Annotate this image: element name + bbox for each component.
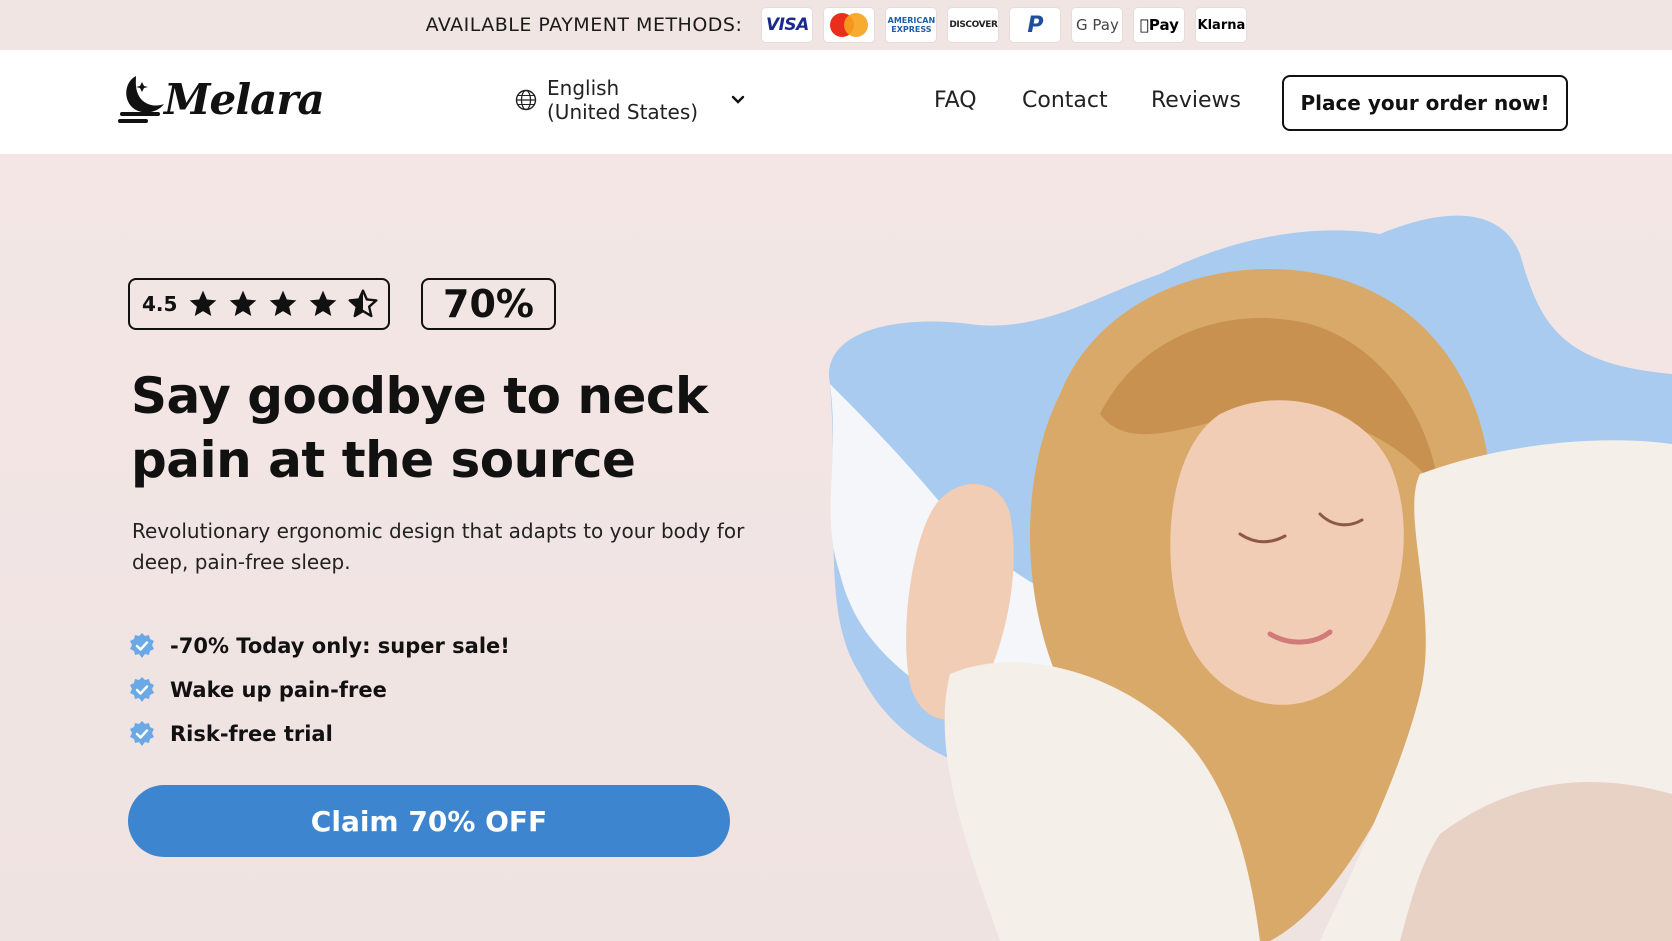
benefit-label: -70% Today only: super sale! (170, 634, 510, 658)
star-icon (270, 290, 297, 316)
benefit-item: Wake up pain-free (128, 668, 510, 712)
pillow-sleeper-image (829, 215, 1672, 941)
apple-pay-logo: Pay (1134, 8, 1185, 42)
benefit-label: Risk-free trial (170, 722, 333, 746)
claim-offer-button[interactable]: Claim 70% OFF (128, 785, 730, 857)
language-selector[interactable]: English (United States) (515, 76, 747, 124)
payment-methods-bar: AVAILABLE PAYMENT METHODS: VISA AMERICAN… (0, 0, 1672, 50)
star-icon (230, 290, 257, 316)
hero-subtext: Revolutionary ergonomic design that adap… (132, 519, 745, 574)
nav-reviews-link[interactable]: Reviews (1151, 88, 1241, 113)
hero-section: 4.5 70% Say goodbye to neck pain at the … (0, 154, 1672, 941)
check-badge-icon (130, 633, 154, 658)
logo-moon-icon (118, 76, 164, 123)
benefit-item: Risk-free trial (128, 712, 510, 756)
place-order-button[interactable]: Place your order now! (1282, 75, 1568, 131)
logo-text: Melara (164, 74, 325, 124)
star-icon (190, 290, 217, 316)
paypal-logo: P (1010, 8, 1061, 42)
discount-badge: 70% (421, 278, 556, 330)
payment-methods-label: AVAILABLE PAYMENT METHODS: (425, 14, 743, 36)
check-badge-icon (130, 677, 154, 702)
mastercard-logo (824, 8, 875, 42)
language-label: English (United States) (547, 76, 699, 124)
klarna-logo: Klarna (1196, 8, 1247, 42)
hero-headline: Say goodbye to neck pain at the source (131, 367, 708, 489)
google-pay-logo: G Pay (1072, 8, 1123, 42)
american-express-logo: AMERICAN EXPRESS (886, 8, 937, 42)
half-star-icon (348, 289, 378, 318)
benefit-label: Wake up pain-free (170, 678, 387, 702)
nav-faq-link[interactable]: FAQ (934, 88, 977, 113)
globe-icon (515, 89, 537, 111)
chevron-down-icon (731, 95, 745, 104)
visa-logo: VISA (762, 8, 813, 42)
rating-value: 4.5 (142, 292, 178, 316)
benefit-item: -70% Today only: super sale! (128, 624, 510, 668)
discover-logo: DISCOVER (948, 8, 999, 42)
site-header: Melara English (United States) FAQ Conta… (0, 50, 1672, 154)
check-badge-icon (130, 721, 154, 746)
nav-contact-link[interactable]: Contact (1022, 88, 1108, 113)
site-logo[interactable]: Melara (118, 72, 325, 126)
rating-badge: 4.5 (128, 278, 390, 330)
star-icon (310, 290, 337, 316)
benefits-list: -70% Today only: super sale! Wake up pai… (128, 624, 510, 756)
